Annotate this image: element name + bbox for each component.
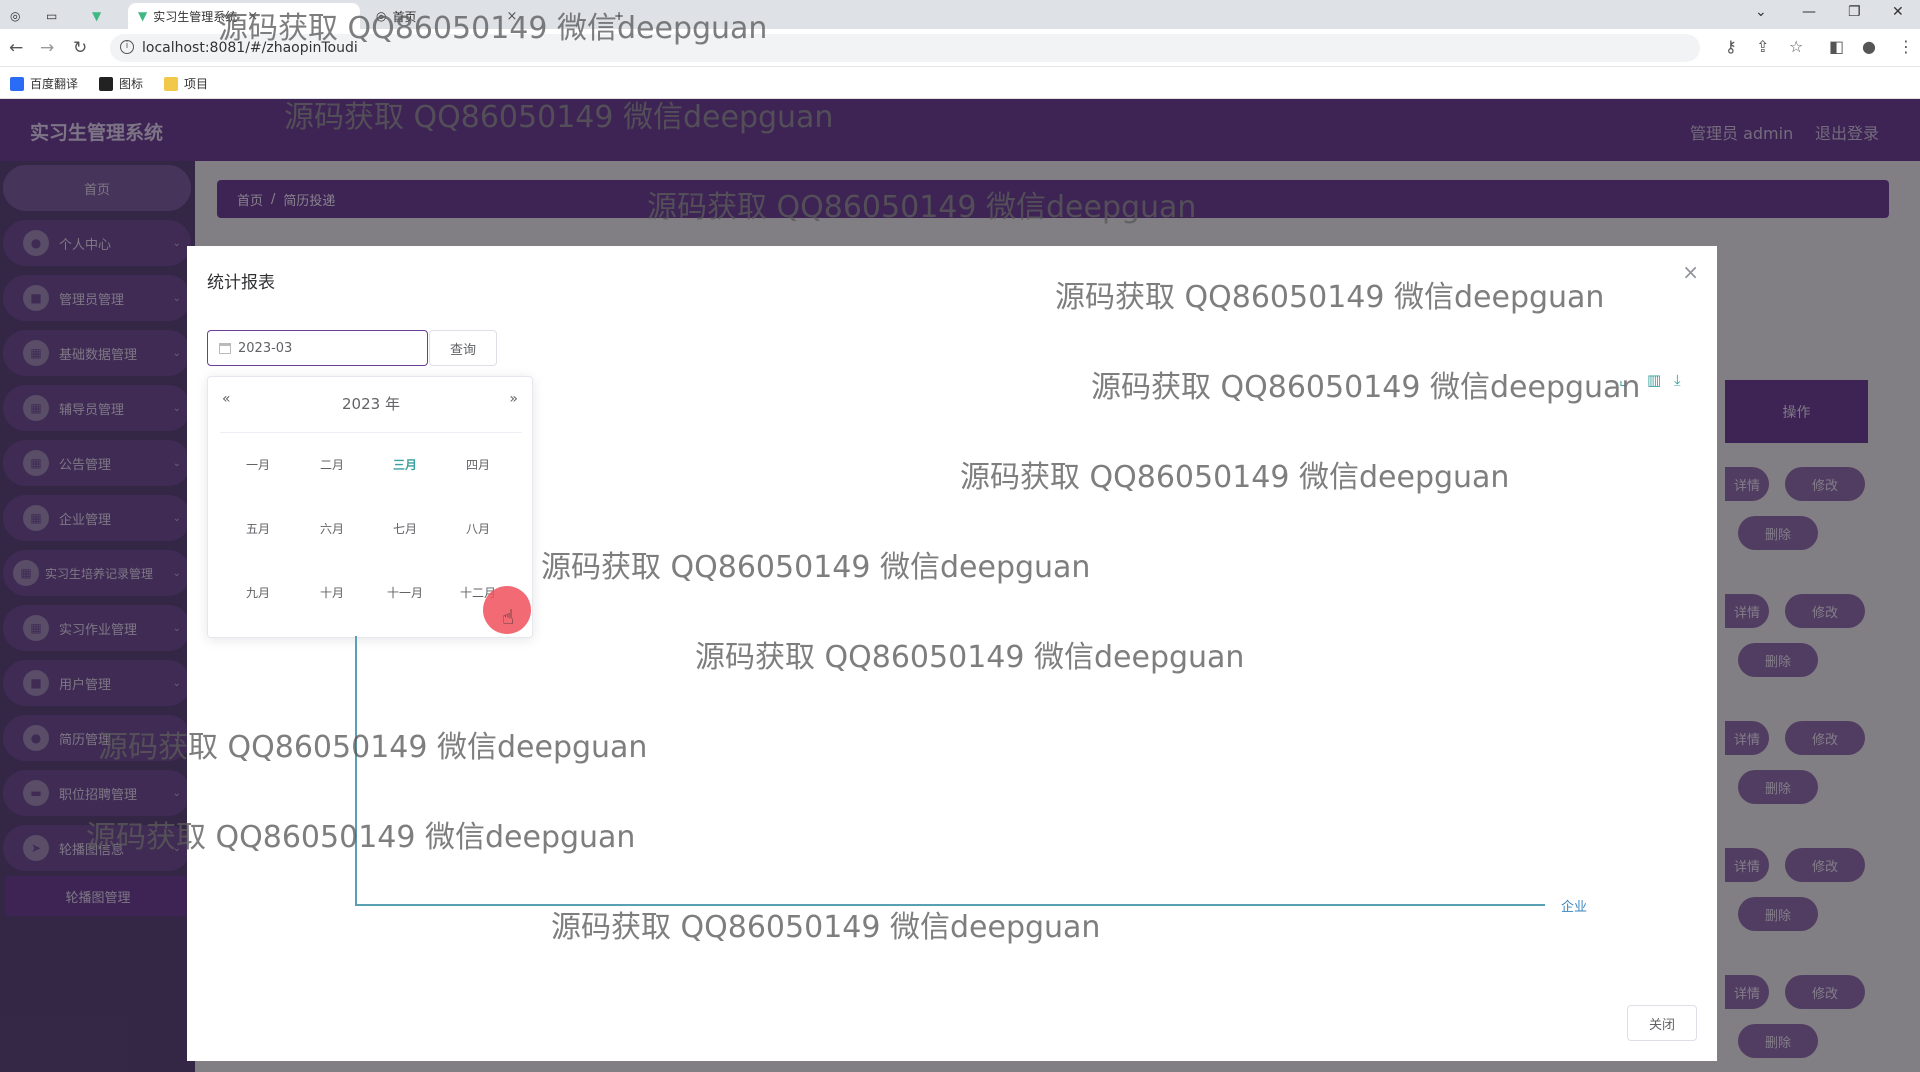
info-icon[interactable]: i xyxy=(120,40,134,54)
image-icon xyxy=(99,76,113,91)
menu-icon[interactable]: ⋮ xyxy=(1898,37,1914,56)
sidepanel-icon[interactable]: ◧ xyxy=(1829,37,1844,56)
watermark: 源码获取 QQ86050149 微信deepguan xyxy=(695,640,1245,675)
month-cell[interactable]: 七月 xyxy=(375,517,435,541)
close-window-icon[interactable]: ✕ xyxy=(1892,4,1904,20)
restore-icon[interactable]: ❐ xyxy=(1848,4,1861,20)
bookmark-item[interactable]: 项目 xyxy=(164,75,208,92)
month-picker-panel: « 2023 年 » 一月 二月 三月 四月 五月 六月 七月 八月 九月 十月 十一月 十二月 ☝ xyxy=(207,376,533,638)
hand-cursor-icon: ☝ xyxy=(502,605,515,629)
watermark: 源码获取 QQ86050149 微信deepguan xyxy=(86,820,636,855)
key-icon[interactable]: ⚷ xyxy=(1725,37,1737,56)
vue-icon: ▼ xyxy=(138,9,148,23)
month-cell[interactable]: 八月 xyxy=(448,517,508,541)
watermark: 源码获取 QQ86050149 微信deepguan xyxy=(551,910,1101,945)
month-picker-value: 2023-03 xyxy=(238,340,293,356)
browser-tab-pinned[interactable]: ◎ xyxy=(10,3,36,29)
dialog-title: 统计报表 xyxy=(207,273,275,293)
bar-chart-icon[interactable]: ▥ xyxy=(1647,371,1661,389)
translate-icon xyxy=(10,76,24,91)
browser-tab-pinned[interactable]: ▼ xyxy=(92,3,118,29)
browser-tab-pinned[interactable]: ▭ xyxy=(46,3,72,29)
watermark: 源码获取 QQ86050149 微信deepguan xyxy=(647,190,1197,225)
bookmark-item[interactable]: 百度翻译 xyxy=(10,75,78,92)
profile-icon[interactable]: ● xyxy=(1862,37,1876,56)
chevron-down-icon[interactable]: ⌄ xyxy=(1755,4,1767,20)
month-cell[interactable]: 十一月 xyxy=(375,581,435,605)
chart-y-axis xyxy=(355,636,357,905)
globe-icon: ◎ xyxy=(10,9,21,23)
month-cell[interactable]: 一月 xyxy=(228,453,288,477)
close-icon[interactable]: × xyxy=(1682,260,1699,284)
watermark: 源码获取 QQ86050149 微信deepguan xyxy=(1055,280,1605,315)
calendar-icon xyxy=(219,343,231,354)
bookmark-item[interactable]: 图标 xyxy=(99,75,143,92)
picker-year-label[interactable]: 2023 年 xyxy=(208,393,534,414)
chart-x-axis-label: 企业 xyxy=(1561,900,1588,915)
bookmark-label: 百度翻译 xyxy=(30,77,79,91)
month-cell[interactable]: 十月 xyxy=(302,581,362,605)
forward-icon[interactable]: → xyxy=(40,38,54,58)
watermark: 源码获取 QQ86050149 微信deepguan xyxy=(218,11,768,46)
month-cell[interactable]: 九月 xyxy=(228,581,288,605)
blank-page-icon: ▭ xyxy=(46,9,58,23)
star-icon[interactable]: ☆ xyxy=(1789,37,1803,56)
query-button[interactable]: 查询 xyxy=(429,330,497,366)
download-icon[interactable]: ⤓ xyxy=(1674,371,1681,389)
watermark: 源码获取 QQ86050149 微信deepguan xyxy=(1091,370,1641,405)
vue-icon: ▼ xyxy=(92,9,102,23)
month-cell[interactable]: 三月 xyxy=(375,453,435,477)
folder-icon xyxy=(164,76,178,91)
bookmark-label: 图标 xyxy=(119,77,144,91)
picker-divider xyxy=(220,432,522,433)
month-cell[interactable]: 二月 xyxy=(302,453,362,477)
month-picker-input[interactable]: 2023-03 xyxy=(207,330,428,366)
close-button[interactable]: 关闭 xyxy=(1627,1005,1697,1041)
share-icon[interactable]: ⇪ xyxy=(1756,37,1769,56)
month-cell[interactable]: 四月 xyxy=(448,453,508,477)
reload-icon[interactable]: ↻ xyxy=(73,38,87,58)
next-year-icon[interactable]: » xyxy=(509,391,518,407)
watermark: 源码获取 QQ86050149 微信deepguan xyxy=(284,100,834,135)
minimize-icon[interactable]: — xyxy=(1802,4,1816,20)
watermark: 源码获取 QQ86050149 微信deepguan xyxy=(98,730,648,765)
watermark: 源码获取 QQ86050149 微信deepguan xyxy=(541,550,1091,585)
month-cell[interactable]: 五月 xyxy=(228,517,288,541)
watermark: 源码获取 QQ86050149 微信deepguan xyxy=(960,460,1510,495)
month-cell[interactable]: 六月 xyxy=(302,517,362,541)
back-icon[interactable]: ← xyxy=(9,38,23,58)
bookmark-label: 项目 xyxy=(184,77,209,91)
